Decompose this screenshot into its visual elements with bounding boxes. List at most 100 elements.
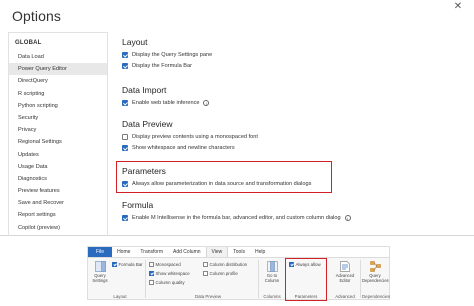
- option-label: Show whitespace and newline characters: [132, 144, 235, 151]
- option-monospaced-font: Display preview contents using a monospa…: [122, 131, 258, 142]
- sidebar-item-data-load[interactable]: Data Load: [9, 51, 107, 63]
- ribbon-tabs: File Home Transform Add Column View Tool…: [88, 247, 389, 258]
- group-label-data-preview: Data Preview: [194, 294, 222, 299]
- sidebar-item-privacy[interactable]: Privacy: [9, 124, 107, 136]
- options-sidebar: GLOBAL Data Load Power Query Editor Dire…: [8, 32, 108, 236]
- m-intellisense-checkbox[interactable]: [122, 214, 128, 221]
- sidebar-item-regional-settings[interactable]: Regional Settings: [9, 136, 107, 148]
- option-label: Enable web table inference: [132, 99, 200, 106]
- column-profile-checkbox[interactable]: [203, 271, 208, 276]
- column-distribution-checkbox[interactable]: [203, 262, 208, 267]
- advanced-editor-button[interactable]: Advanced Editor: [332, 261, 358, 283]
- always-allow-checkbox[interactable]: [289, 262, 294, 267]
- go-to-column-label: Column: [264, 278, 280, 283]
- sidebar-item-directquery[interactable]: DirectQuery: [9, 75, 107, 87]
- sidebar-item-usage-data[interactable]: Usage Data: [9, 161, 107, 173]
- options-content: Layout Display the Query Settings pane D…: [116, 32, 456, 236]
- column-quality-toggle[interactable]: Column quality: [149, 279, 185, 286]
- info-icon[interactable]: i: [203, 99, 210, 106]
- ribbon-separator: [360, 260, 361, 298]
- sidebar-item-diagnostics[interactable]: Diagnostics: [9, 173, 107, 185]
- always-allow-label: Always allow: [295, 262, 321, 267]
- web-table-inference-checkbox[interactable]: [122, 99, 128, 106]
- query-dependencies-label: Dependencies: [362, 278, 389, 283]
- always-allow-parameterization-checkbox[interactable]: [122, 180, 128, 187]
- info-icon[interactable]: i: [344, 214, 351, 221]
- sidebar-item-r-scripting[interactable]: R scripting: [9, 88, 107, 100]
- section-data-preview: Data Preview Display preview contents us…: [122, 118, 258, 153]
- option-label: Display the Formula Bar: [132, 62, 192, 69]
- option-label: Enable M Intellisense in the formula bar…: [132, 214, 341, 221]
- query-settings-pane-checkbox[interactable]: [122, 51, 128, 58]
- close-icon[interactable]: ✕: [448, 0, 468, 14]
- sidebar-item-power-query-editor[interactable]: Power Query Editor: [9, 63, 107, 76]
- sidebar-item-copilot-preview[interactable]: Copilot (preview): [9, 222, 107, 234]
- sidebar-item-preview-features[interactable]: Preview features: [9, 185, 107, 197]
- option-show-whitespace: Show whitespace and newline characters: [122, 142, 258, 153]
- monospaced-toggle[interactable]: Monospaced: [149, 261, 181, 268]
- go-to-column-icon: [266, 261, 278, 272]
- sidebar-heading: GLOBAL: [15, 40, 42, 46]
- option-label: Display preview contents using a monospa…: [132, 133, 258, 140]
- formula-bar-ribbon-label: Formula Bar: [118, 262, 143, 267]
- tab-file[interactable]: File: [88, 247, 113, 257]
- option-m-intellisense: Enable M Intellisense in the formula bar…: [122, 212, 351, 223]
- show-whitespace-ribbon-checkbox[interactable]: [149, 271, 154, 276]
- query-dependencies-button[interactable]: Query Dependencies: [362, 261, 389, 283]
- column-distribution-toggle[interactable]: Column distribution: [203, 261, 247, 268]
- tab-view[interactable]: View: [205, 247, 229, 257]
- group-label-columns: Columns: [263, 294, 281, 299]
- query-settings-button[interactable]: Query Settings: [90, 261, 110, 283]
- sidebar-item-save-and-recover[interactable]: Save and Recover: [9, 197, 107, 209]
- query-dependencies-icon: [369, 261, 381, 272]
- sidebar-item-python-scripting[interactable]: Python scripting: [9, 100, 107, 112]
- query-settings-label: Settings: [92, 278, 108, 283]
- formula-bar-toggle[interactable]: Formula Bar: [112, 261, 143, 268]
- column-distribution-label: Column distribution: [209, 262, 248, 267]
- column-profile-label: Column profile: [209, 271, 238, 276]
- always-allow-toggle[interactable]: Always allow: [289, 261, 321, 268]
- option-label: Display the Query Settings pane: [132, 51, 213, 58]
- option-web-table-inference: Enable web table inference i: [122, 97, 210, 108]
- section-data-import: Data Import Enable web table inference i: [122, 84, 210, 108]
- section-title-layout: Layout: [122, 37, 148, 47]
- section-title-data-preview: Data Preview: [122, 119, 173, 129]
- section-title-formula: Formula: [122, 200, 154, 210]
- section-title-data-import: Data Import: [122, 85, 167, 95]
- show-whitespace-ribbon-label: Show whitespace: [155, 271, 190, 276]
- group-label-layout: Layout: [113, 294, 127, 299]
- group-label-advanced: Advanced: [335, 294, 355, 299]
- ribbon: File Home Transform Add Column View Tool…: [87, 246, 391, 301]
- section-layout: Layout Display the Query Settings pane D…: [122, 36, 212, 71]
- dialog-title: Options: [12, 8, 61, 24]
- option-formula-bar: Display the Formula Bar: [122, 60, 212, 71]
- column-quality-label: Column quality: [155, 280, 185, 285]
- monospaced-ribbon-checkbox[interactable]: [149, 262, 154, 267]
- column-profile-toggle[interactable]: Column profile: [203, 270, 238, 277]
- column-quality-checkbox[interactable]: [149, 280, 154, 285]
- show-whitespace-checkbox[interactable]: [122, 144, 128, 151]
- tab-home[interactable]: Home: [112, 247, 135, 257]
- advanced-editor-icon: [340, 261, 350, 272]
- formula-bar-ribbon-checkbox[interactable]: [112, 262, 117, 267]
- tab-tools[interactable]: Tools: [228, 247, 250, 257]
- tab-add-column[interactable]: Add Column: [168, 247, 206, 257]
- option-query-settings-pane: Display the Query Settings pane: [122, 49, 212, 60]
- sidebar-item-security[interactable]: Security: [9, 112, 107, 124]
- group-label-dependencies: Dependencies: [362, 294, 391, 299]
- tab-help[interactable]: Help: [250, 247, 270, 257]
- sidebar-item-report-settings[interactable]: Report settings: [9, 209, 107, 221]
- monospaced-font-checkbox[interactable]: [122, 133, 128, 140]
- show-whitespace-toggle[interactable]: Show whitespace: [149, 270, 190, 277]
- section-parameters: Parameters Always allow parameterization…: [116, 161, 332, 193]
- ribbon-separator: [145, 260, 146, 298]
- option-label: Always allow parameterization in data so…: [132, 180, 312, 187]
- section-title-parameters: Parameters: [122, 166, 166, 176]
- formula-bar-checkbox[interactable]: [122, 62, 128, 69]
- tab-transform[interactable]: Transform: [135, 247, 168, 257]
- section-formula: Formula Enable M Intellisense in the for…: [122, 199, 351, 223]
- go-to-column-button[interactable]: Go to Column: [261, 261, 283, 283]
- sidebar-item-updates[interactable]: Updates: [9, 149, 107, 161]
- advanced-editor-label: Editor: [339, 278, 351, 283]
- monospaced-ribbon-label: Monospaced: [155, 262, 181, 267]
